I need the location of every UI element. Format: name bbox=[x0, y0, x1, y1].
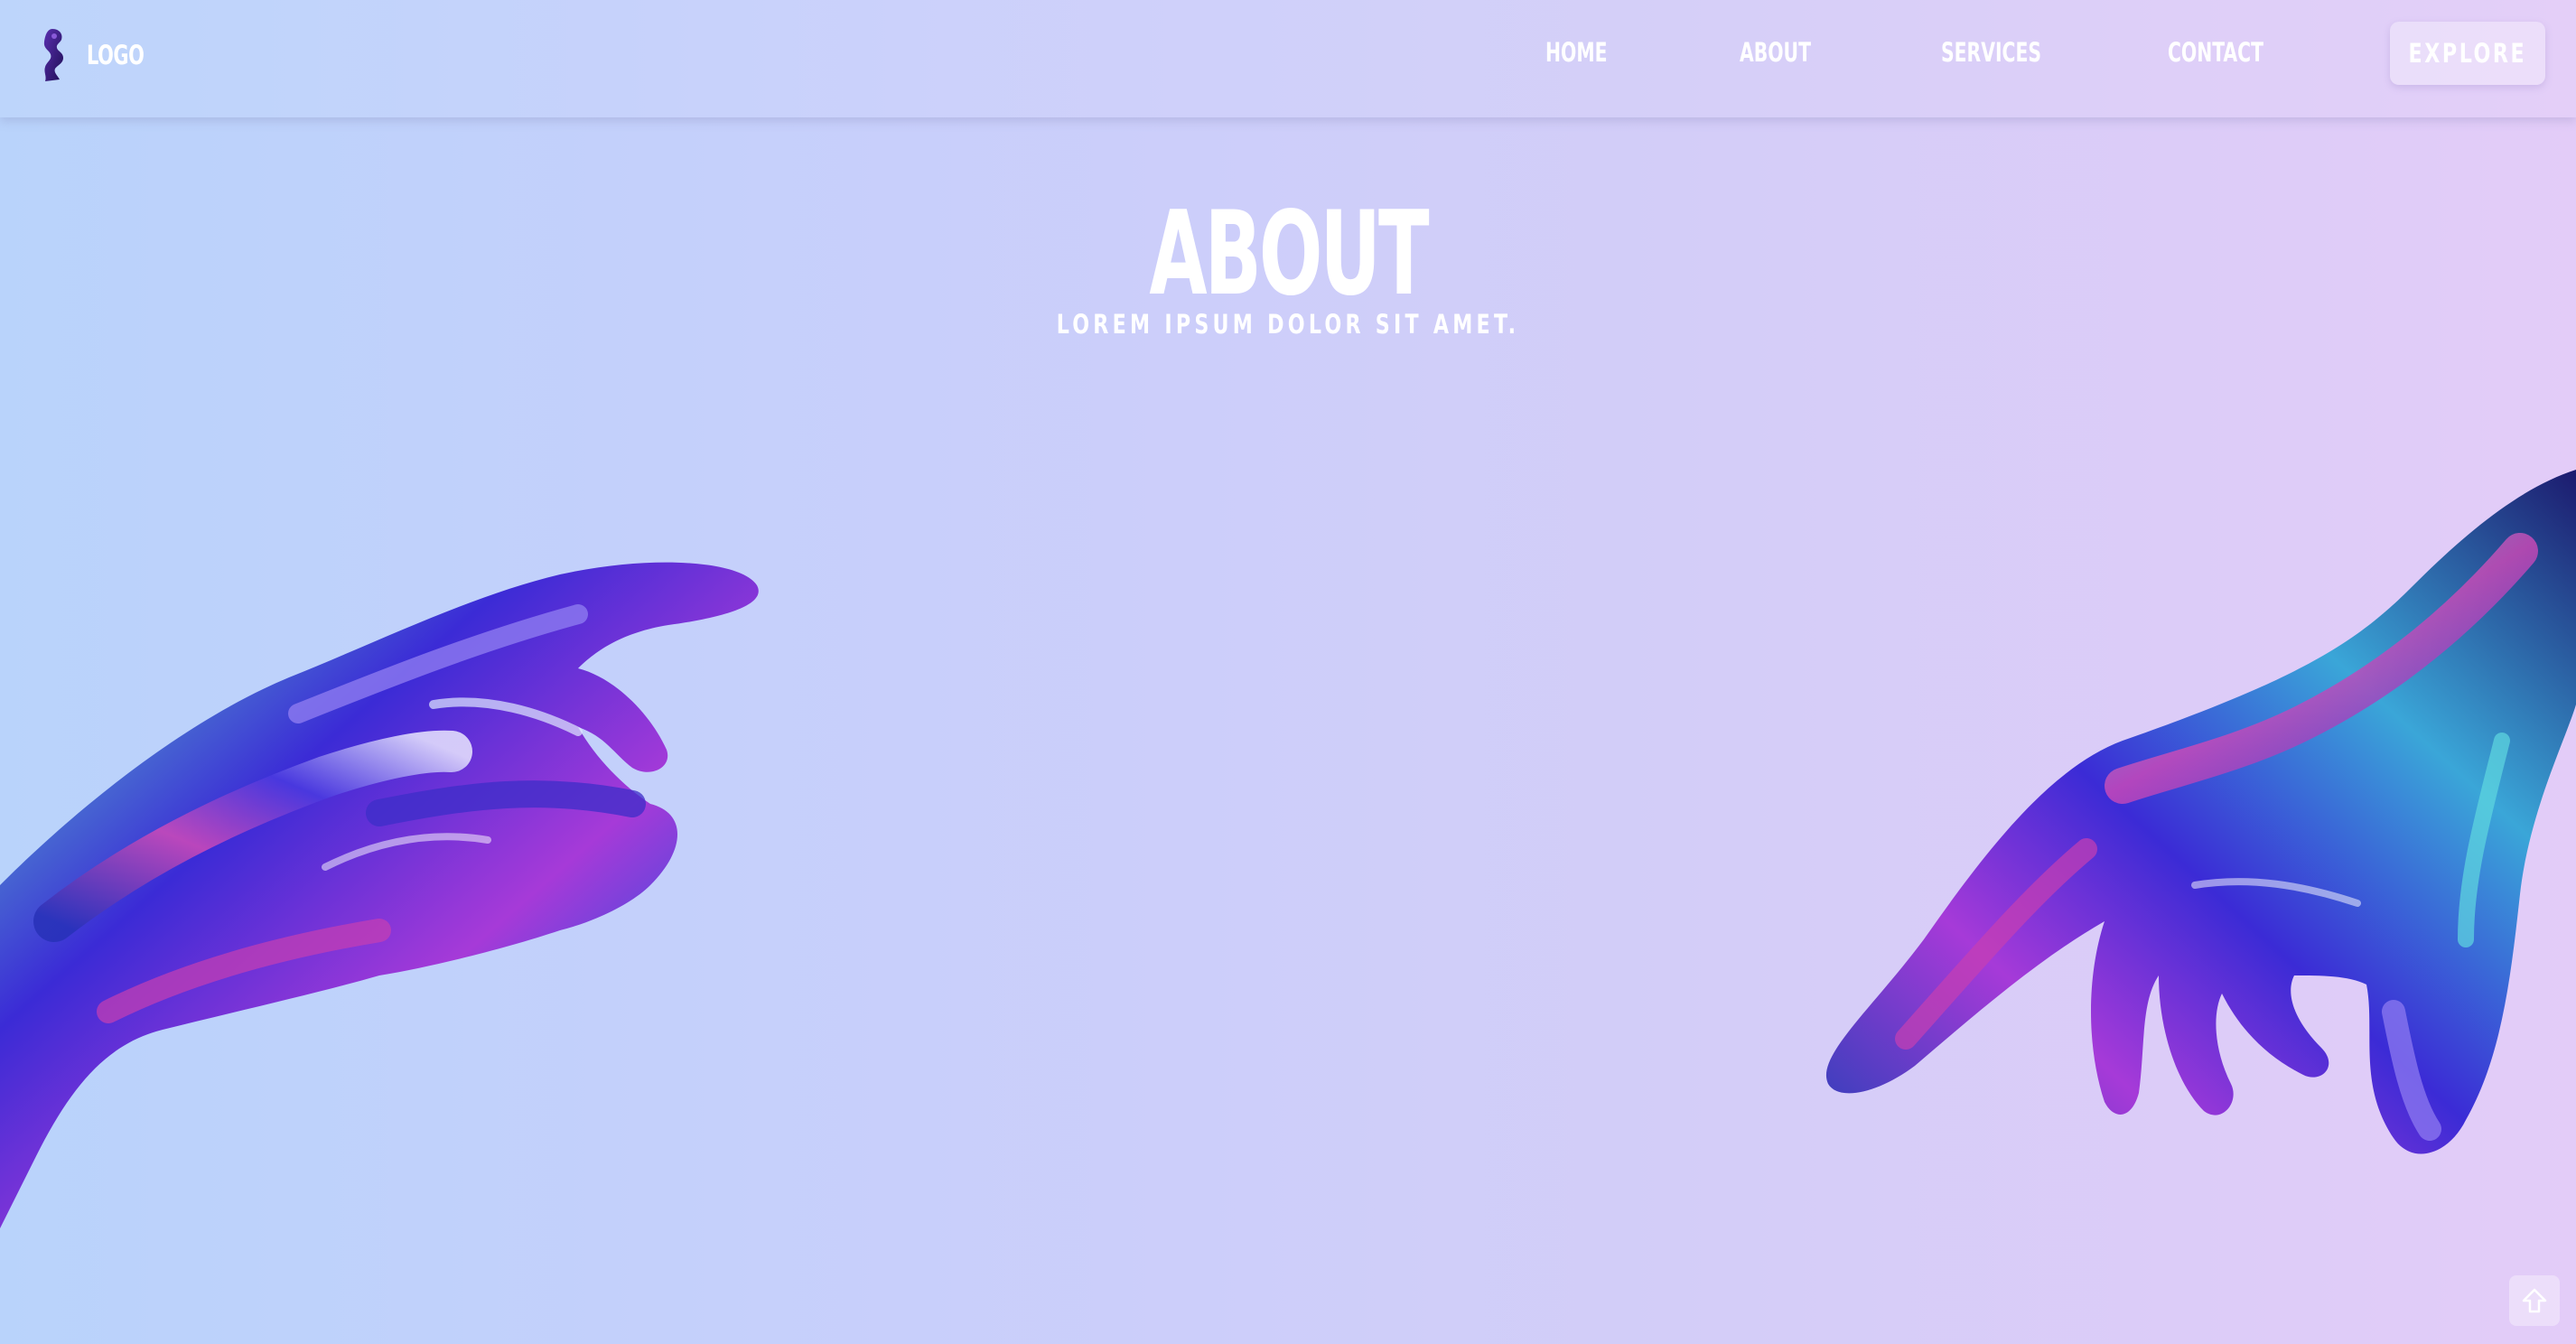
explore-button[interactable]: EXPLORE bbox=[2390, 22, 2545, 85]
site-header: LOGO HOME ABOUT SERVICES CONTACT EXPLORE bbox=[0, 0, 2576, 117]
logo[interactable]: LOGO bbox=[33, 27, 158, 83]
nav-home[interactable]: HOME bbox=[1545, 33, 1607, 72]
explore-button-label: EXPLORE bbox=[2408, 38, 2527, 69]
figure-logo-icon bbox=[43, 29, 63, 81]
nav-contact[interactable]: CONTACT bbox=[2168, 33, 2263, 72]
iridescent-hand-left bbox=[0, 562, 759, 1228]
page-subtitle: LOREM IPSUM DOLOR SIT AMET. bbox=[1056, 309, 1520, 340]
logo-label: LOGO bbox=[87, 40, 145, 70]
iridescent-hand-right bbox=[1825, 470, 2576, 1154]
page-title: ABOUT bbox=[1149, 187, 1429, 322]
scroll-to-top-button[interactable] bbox=[2509, 1275, 2560, 1326]
nav-services[interactable]: SERVICES bbox=[1941, 33, 2041, 72]
nav-about[interactable]: ABOUT bbox=[1740, 33, 1811, 72]
arrow-up-icon bbox=[2522, 1288, 2547, 1313]
